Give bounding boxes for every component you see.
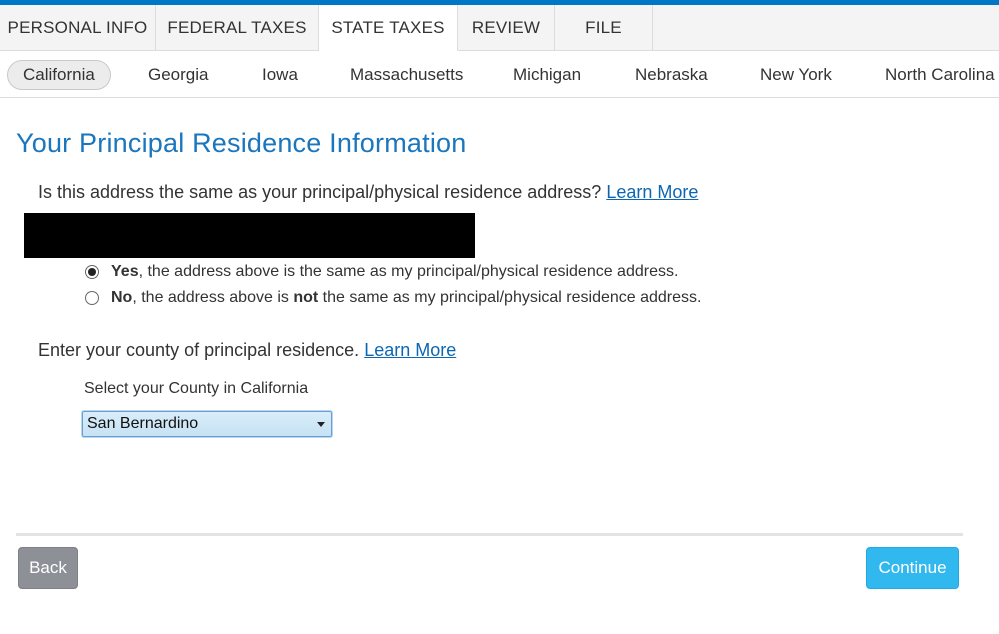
tab-file[interactable]: FILE: [555, 5, 653, 51]
radio-no-label: No, the address above is not the same as…: [111, 289, 702, 306]
radio-yes[interactable]: [85, 265, 99, 279]
continue-button[interactable]: Continue: [866, 547, 959, 589]
address-learn-more-link[interactable]: Learn More: [606, 182, 698, 202]
address-question: Is this address the same as your princip…: [38, 182, 698, 203]
state-tab-north-carolina[interactable]: North Carolina: [885, 60, 995, 90]
radio-no-option[interactable]: No, the address above is not the same as…: [85, 289, 701, 307]
county-question-text: Enter your county of principal residence…: [38, 340, 360, 360]
state-tab-michigan[interactable]: Michigan: [513, 60, 581, 90]
state-tab-nebraska[interactable]: Nebraska: [635, 60, 708, 90]
radio-no[interactable]: [85, 291, 99, 305]
radio-yes-label: Yes, the address above is the same as my…: [111, 263, 679, 280]
county-select-label: Select your County in California: [84, 380, 309, 397]
main-nav-tabs: PERSONAL INFO FEDERAL TAXES STATE TAXES …: [0, 5, 999, 51]
state-tab-georgia[interactable]: Georgia: [148, 60, 208, 90]
redacted-address: [24, 213, 475, 258]
address-question-text: Is this address the same as your princip…: [38, 182, 602, 202]
state-tab-new-york[interactable]: New York: [760, 60, 832, 90]
tab-bar-filler: [653, 5, 999, 50]
radio-yes-option[interactable]: Yes, the address above is the same as my…: [85, 263, 678, 281]
county-question: Enter your county of principal residence…: [38, 340, 456, 361]
county-learn-more-link[interactable]: Learn More: [364, 340, 456, 360]
back-button[interactable]: Back: [18, 547, 78, 589]
county-select[interactable]: San Bernardino: [82, 411, 332, 437]
state-tab-iowa[interactable]: Iowa: [262, 60, 298, 90]
state-tab-massachusetts[interactable]: Massachusetts: [350, 60, 463, 90]
footer-divider: [16, 533, 963, 536]
state-tabs: California Georgia Iowa Massachusetts Mi…: [0, 52, 999, 98]
state-tab-california[interactable]: California: [7, 60, 111, 90]
dropdown-arrow-icon: [317, 422, 325, 427]
tab-federal-taxes[interactable]: FEDERAL TAXES: [156, 5, 319, 51]
tab-personal-info[interactable]: PERSONAL INFO: [0, 5, 156, 51]
tab-review[interactable]: REVIEW: [458, 5, 555, 51]
tab-state-taxes[interactable]: STATE TAXES: [319, 5, 458, 51]
radio-selected-dot: [88, 268, 96, 276]
page-title: Your Principal Residence Information: [16, 128, 467, 158]
county-select-value: San Bernardino: [87, 415, 199, 432]
